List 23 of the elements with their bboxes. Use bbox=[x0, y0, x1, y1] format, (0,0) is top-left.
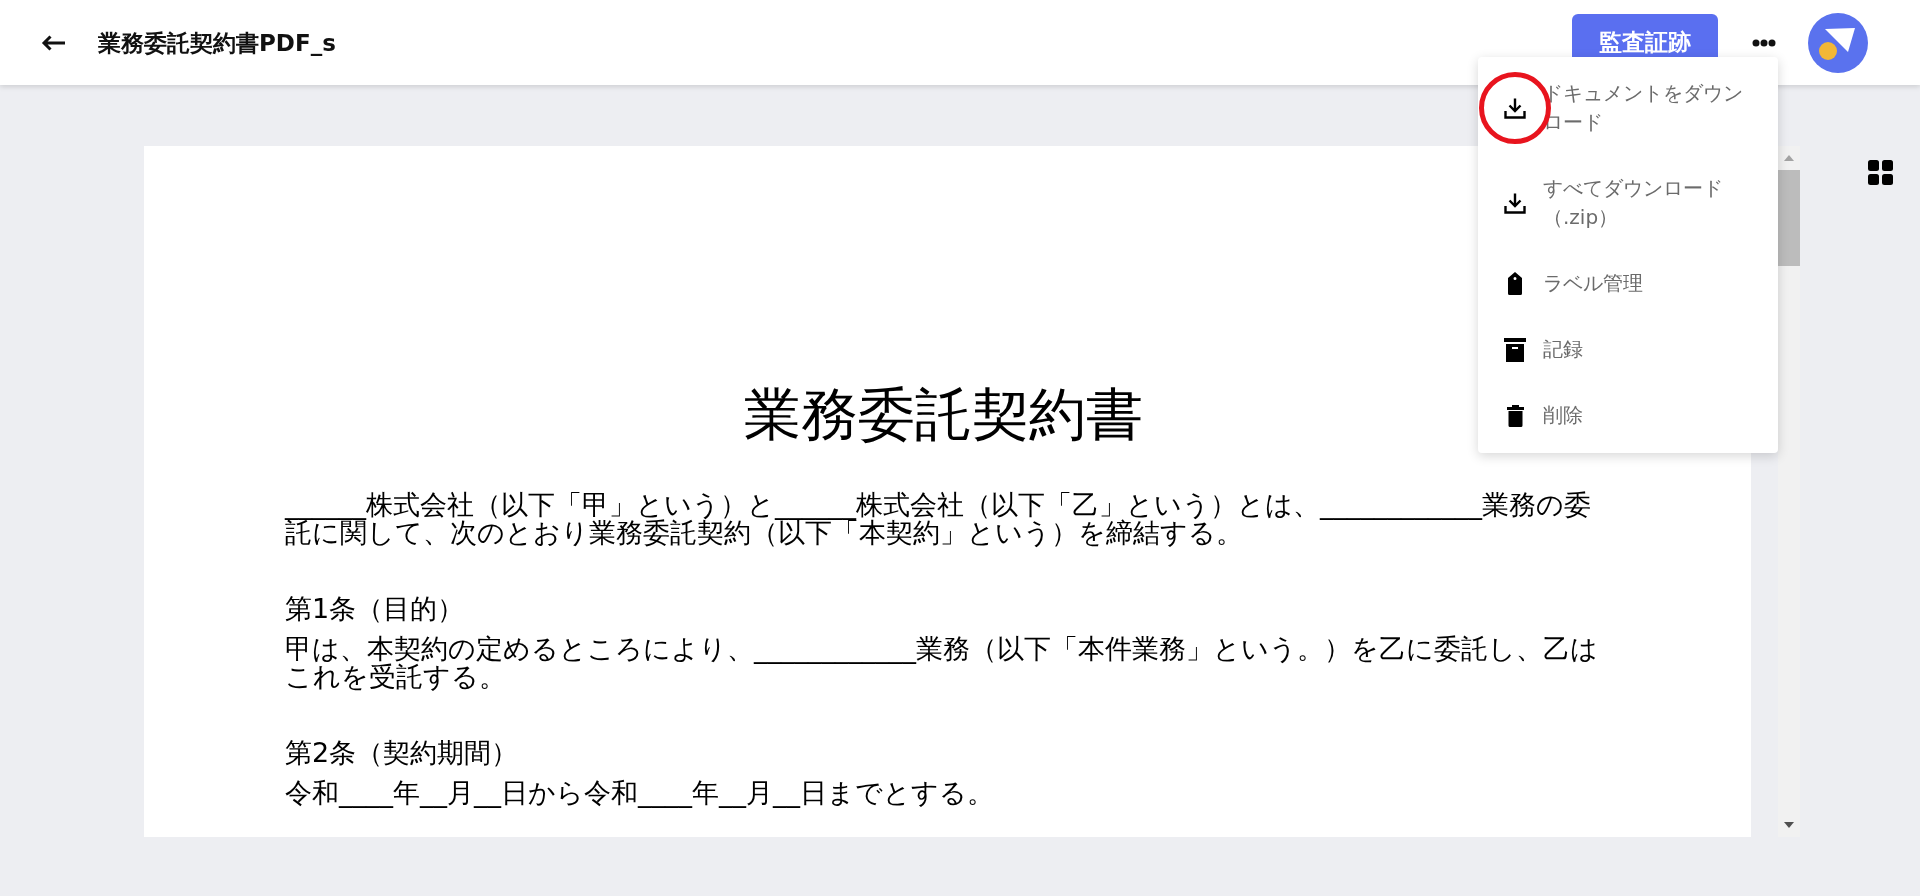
grid-view-icon[interactable] bbox=[1868, 160, 1893, 185]
tag-icon bbox=[1508, 272, 1522, 295]
archive-box-icon bbox=[1504, 337, 1526, 362]
scrollbar-thumb[interactable] bbox=[1778, 170, 1800, 266]
menu-item[interactable]: ラベル管理 bbox=[1478, 251, 1778, 317]
scrollbar[interactable] bbox=[1778, 146, 1800, 837]
trash-icon bbox=[1506, 404, 1524, 427]
document-title: 業務委託契約書 bbox=[743, 380, 1143, 448]
download-icon bbox=[1504, 97, 1526, 119]
section-heading: 第2条（契約期間） bbox=[285, 739, 520, 767]
download-icon bbox=[1504, 192, 1526, 214]
menu-item[interactable]: 削除 bbox=[1478, 383, 1778, 449]
document-paragraph: 甲は、本契約の定めるところにより、____________業務（以下「本件業務」という。）を乙に委託し、乙はこれを受託する。 bbox=[285, 635, 1599, 691]
document-paragraph: 令和____年__月__日から令和____年__月__日までとする。 bbox=[285, 779, 995, 807]
section-heading: 第1条（目的） bbox=[285, 595, 466, 623]
back-arrow-icon[interactable] bbox=[40, 33, 66, 52]
document-paragraph: ______株式会社（以下「甲」という）と______株式会社（以下「乙」という）とは、____________業務の委託に関して、次のとおり業務委託契約（以下「本契約」という）を締結する。 bbox=[285, 491, 1592, 547]
avatar-icon[interactable] bbox=[1808, 12, 1868, 73]
menu-item[interactable]: すべてダウンロード（.zip） bbox=[1478, 156, 1778, 251]
scroll-down-icon[interactable] bbox=[1784, 822, 1794, 828]
menu-item[interactable]: 記録 bbox=[1478, 317, 1778, 383]
more-icon[interactable] bbox=[1752, 38, 1776, 47]
document-name: 業務委託契約書PDF_s bbox=[98, 28, 336, 58]
